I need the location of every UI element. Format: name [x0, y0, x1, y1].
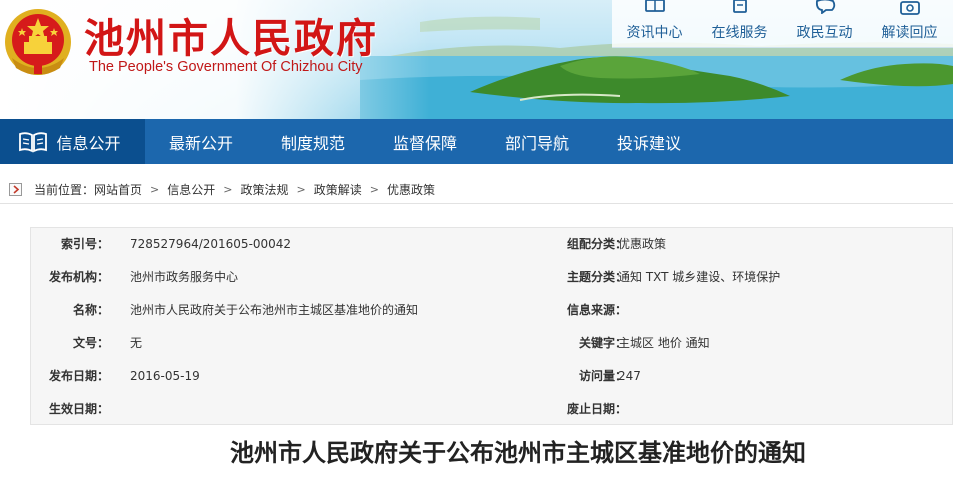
header-banner: 池州市人民政府 The People's Government Of Chizh…: [0, 0, 953, 119]
breadcrumb-separator: >: [150, 183, 160, 196]
breadcrumb-info-disclosure[interactable]: 信息公开: [167, 181, 215, 198]
site-title: 池州市人民政府: [84, 15, 378, 62]
breadcrumb-prefix: 当前位置：: [34, 183, 95, 197]
publish-date-label: 发布日期：: [48, 369, 109, 383]
news-icon: [644, 0, 665, 12]
info-row: 名称： 池州市人民政府关于公布池州市主城区基准地价的通知 信息来源：: [31, 294, 953, 327]
topic-label: 主题分类：: [566, 270, 627, 284]
breadcrumb-home[interactable]: 网站首页: [94, 181, 142, 198]
publish-date-value: 2016-05-19: [130, 369, 200, 383]
breadcrumb-separator: >: [296, 183, 306, 196]
national-emblem-icon: [5, 9, 71, 75]
info-row: 生效日期： 废止日期：: [31, 393, 953, 426]
breadcrumb: 当前位置： 网站首页 > 信息公开 > 政策法规 > 政策解读 > 优惠政策: [0, 176, 953, 204]
keywords-value: 主城区 地价 通知: [618, 336, 710, 350]
source-label: 信息来源：: [566, 303, 627, 317]
quick-link-label: 解读回应: [881, 25, 938, 41]
quick-link-online-service[interactable]: 在线服务: [697, 0, 782, 48]
publisher-value: 池州市政务服务中心: [130, 270, 239, 284]
quick-links: 资讯中心 在线服务 政民互动 解读回应: [612, 0, 953, 48]
interaction-icon: [815, 0, 835, 14]
info-row: 发布日期： 2016-05-19 访问量： 247: [31, 360, 953, 393]
index-number-label: 索引号：: [60, 237, 109, 251]
visits-label: 访问量：: [578, 369, 627, 383]
nav-item-supervision[interactable]: 监督保障: [369, 119, 481, 164]
effective-date-label: 生效日期：: [48, 402, 109, 416]
site-subtitle: The People's Government Of Chizhou City: [89, 59, 363, 75]
quick-link-interpretation[interactable]: 解读回应: [867, 0, 952, 48]
book-icon: [19, 131, 48, 152]
location-icon: [9, 183, 22, 196]
quick-link-news[interactable]: 资讯中心: [612, 0, 697, 48]
document-number-value: 无: [130, 336, 143, 350]
quick-link-interaction[interactable]: 政民互动: [782, 0, 867, 48]
category-value: 优惠政策: [618, 237, 667, 251]
nav-item-departments[interactable]: 部门导航: [481, 119, 593, 164]
document-number-label: 文号：: [72, 336, 109, 350]
nav-item-latest[interactable]: 最新公开: [145, 119, 257, 164]
article-title: 池州市人民政府关于公布池州市主城区基准地价的通知: [230, 439, 806, 467]
name-value: 池州市人民政府关于公布池州市主城区基准地价的通知: [130, 303, 419, 317]
publisher-label: 发布机构：: [48, 270, 109, 284]
name-label: 名称：: [72, 303, 109, 317]
keywords-label: 关键字：: [578, 336, 627, 350]
quick-link-label: 资讯中心: [626, 25, 683, 41]
nav-item-regulations[interactable]: 制度规范: [257, 119, 369, 164]
info-row: 文号： 无 关键字： 主城区 地价 通知: [31, 327, 953, 360]
info-row: 发布机构： 池州市政务服务中心 主题分类： 通知 TXT 城乡建设、环境保护: [31, 261, 953, 294]
main-nav: 信息公开 最新公开 制度规范 监督保障 部门导航 投诉建议: [0, 119, 953, 164]
camera-icon: [899, 1, 920, 15]
index-number-value: 728527964/201605-00042: [130, 237, 292, 251]
visits-value: 247: [618, 369, 641, 383]
breadcrumb-separator: >: [223, 183, 233, 196]
expiry-date-label: 废止日期：: [566, 402, 627, 416]
quick-link-label: 在线服务: [711, 25, 768, 41]
breadcrumb-separator: >: [369, 183, 379, 196]
category-label: 组配分类：: [566, 237, 627, 251]
quick-link-label: 政民互动: [796, 25, 853, 41]
topic-value: 通知 TXT 城乡建设、环境保护: [618, 270, 781, 284]
document-info-table: 索引号： 728527964/201605-00042 组配分类： 优惠政策 发…: [30, 227, 953, 425]
nav-item-complaints[interactable]: 投诉建议: [593, 119, 705, 164]
nav-item-info-disclosure[interactable]: 信息公开: [0, 119, 145, 164]
breadcrumb-policy-regulations[interactable]: 政策法规: [240, 181, 288, 198]
info-row: 索引号： 728527964/201605-00042 组配分类： 优惠政策: [31, 228, 953, 261]
breadcrumb-policy-interpretation[interactable]: 政策解读: [314, 181, 362, 198]
online-service-icon: [732, 0, 747, 13]
breadcrumb-preferential-policy[interactable]: 优惠政策: [387, 181, 435, 198]
nav-label: 信息公开: [56, 133, 121, 153]
